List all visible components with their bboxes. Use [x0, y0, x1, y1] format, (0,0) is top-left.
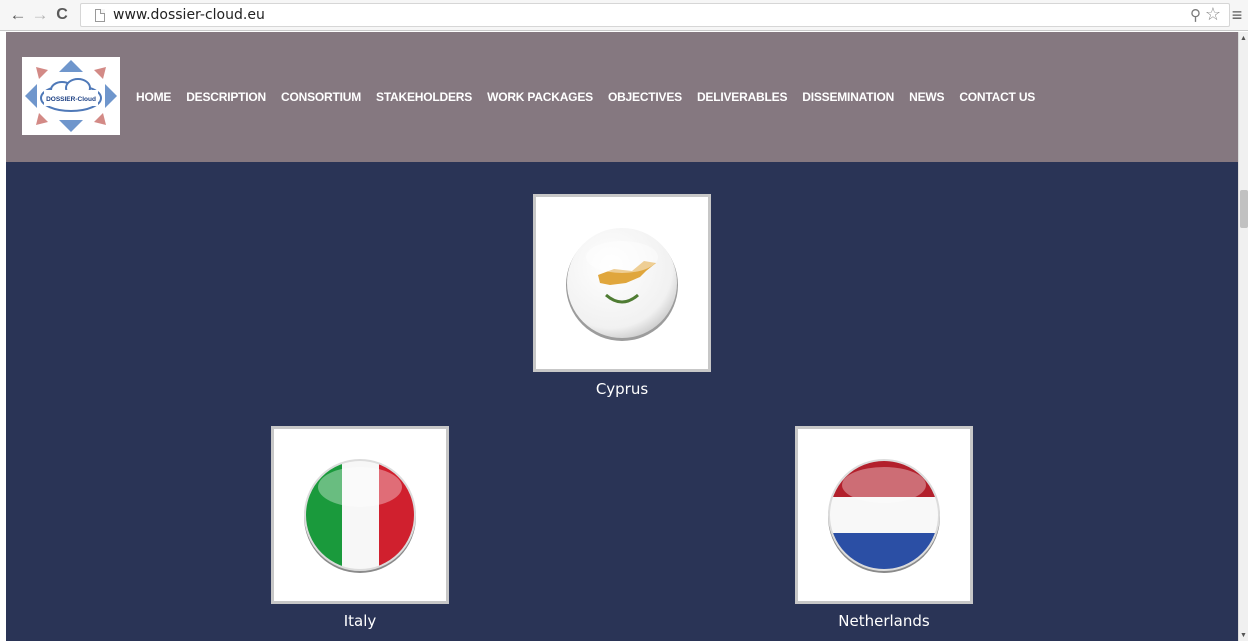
- main-navigation: HOME DESCRIPTION CONSORTIUM STAKEHOLDERS…: [136, 90, 1050, 104]
- star-icon[interactable]: ☆: [1205, 4, 1221, 25]
- dossier-cloud-logo-icon: DOSSIER-Cloud: [25, 60, 117, 132]
- logo-text: DOSSIER-Cloud: [46, 96, 96, 103]
- country-card-italy[interactable]: [271, 426, 449, 604]
- nav-work-packages[interactable]: WORK PACKAGES: [487, 90, 593, 104]
- vertical-scrollbar[interactable]: ▲ ▼: [1238, 32, 1248, 641]
- nav-consortium[interactable]: CONSORTIUM: [281, 90, 361, 104]
- consortium-countries: Cyprus Italy Netherlands: [6, 162, 1238, 641]
- country-name-italy[interactable]: Italy: [271, 612, 449, 630]
- netherlands-flag-icon: [828, 459, 940, 573]
- url-text[interactable]: www.dossier-cloud.eu: [113, 7, 265, 23]
- nav-objectives[interactable]: OBJECTIVES: [608, 90, 682, 104]
- forward-arrow-icon[interactable]: →: [30, 5, 50, 25]
- site-logo[interactable]: DOSSIER-Cloud: [22, 57, 120, 135]
- nav-news[interactable]: NEWS: [909, 90, 944, 104]
- italy-flag-icon: [304, 459, 416, 573]
- country-card-netherlands[interactable]: [795, 426, 973, 604]
- nav-stakeholders[interactable]: STAKEHOLDERS: [376, 90, 472, 104]
- scrollbar-thumb[interactable]: [1240, 190, 1248, 228]
- page-icon: [95, 9, 105, 22]
- country-name-cyprus[interactable]: Cyprus: [533, 380, 711, 398]
- cyprus-flag-icon: [566, 228, 678, 341]
- scroll-up-arrow-icon[interactable]: ▲: [1240, 35, 1247, 42]
- hamburger-menu-icon[interactable]: ≡: [1230, 5, 1244, 25]
- nav-description[interactable]: DESCRIPTION: [186, 90, 266, 104]
- country-name-netherlands[interactable]: Netherlands: [795, 612, 973, 630]
- nav-home[interactable]: HOME: [136, 90, 171, 104]
- browser-toolbar: ← → C www.dossier-cloud.eu ⚲ ☆ ≡: [0, 0, 1248, 31]
- back-arrow-icon[interactable]: ←: [8, 5, 28, 25]
- nav-deliverables[interactable]: DELIVERABLES: [697, 90, 787, 104]
- nav-dissemination[interactable]: DISSEMINATION: [802, 90, 894, 104]
- scroll-down-arrow-icon[interactable]: ▼: [1240, 632, 1247, 639]
- nav-contact-us[interactable]: CONTACT US: [959, 90, 1035, 104]
- magnifier-icon[interactable]: ⚲: [1190, 6, 1201, 24]
- address-bar[interactable]: www.dossier-cloud.eu ⚲ ☆: [80, 3, 1230, 27]
- site-header: DOSSIER-Cloud HOME DESCRIPTION CONSORTIU…: [6, 32, 1238, 162]
- reload-icon[interactable]: C: [52, 5, 72, 25]
- web-page: DOSSIER-Cloud HOME DESCRIPTION CONSORTIU…: [0, 32, 1248, 641]
- country-card-cyprus[interactable]: [533, 194, 711, 372]
